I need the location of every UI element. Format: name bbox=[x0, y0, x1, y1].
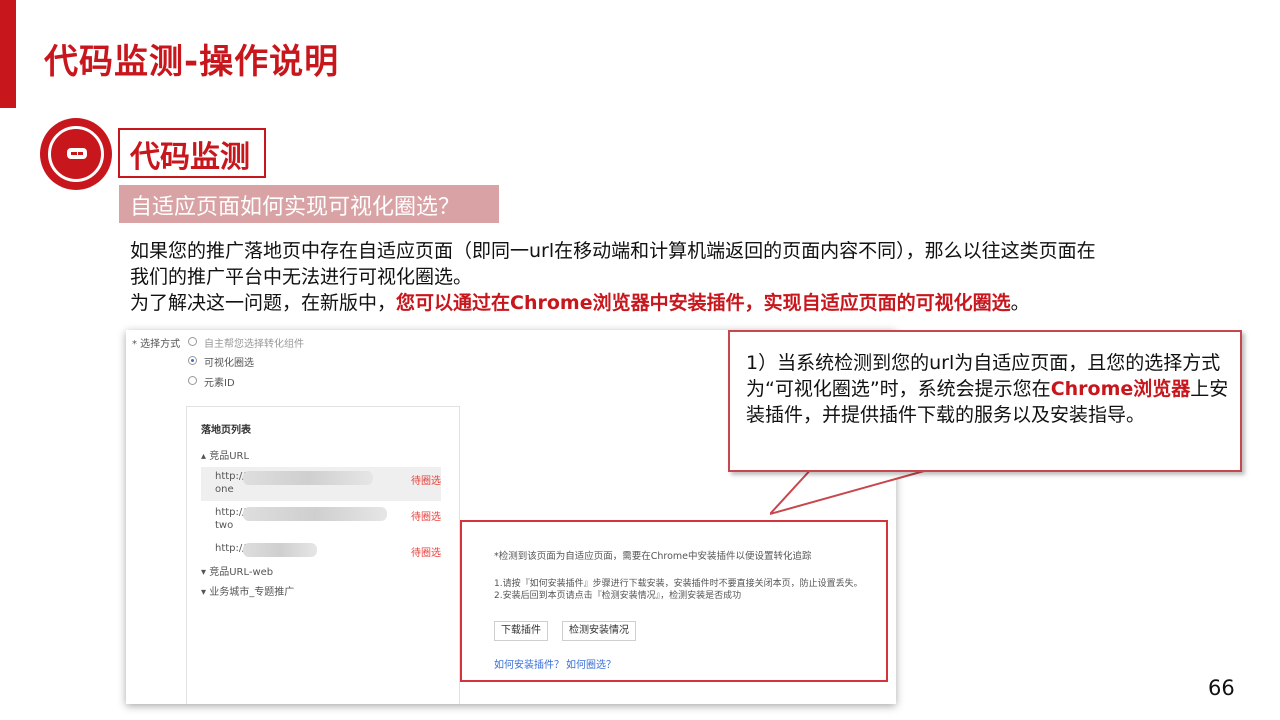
row3-url-prefix: http:// bbox=[215, 543, 246, 554]
group-competitor-web[interactable]: ▾ 竞品URL-web bbox=[201, 563, 273, 578]
left-accent-bar bbox=[0, 0, 16, 108]
callout-tail bbox=[770, 466, 943, 516]
row2-url-suffix: two bbox=[215, 520, 234, 531]
how-to-install-link[interactable]: 如何安装插件？ bbox=[494, 656, 564, 671]
radio-element-id[interactable] bbox=[188, 376, 197, 385]
option-element-id-label: 元素ID bbox=[204, 378, 235, 389]
check-install-button[interactable]: 检测安装情况 bbox=[562, 621, 636, 641]
paragraph-line-3-prefix: 为了解决这一问题，在新版中， bbox=[130, 292, 397, 314]
group-competitor-url[interactable]: ▴ 竞品URL bbox=[201, 447, 249, 462]
detect-step-2: 2.安装后回到本页请点击『检测安装情况』，检测安装是否成功 bbox=[494, 591, 742, 601]
paragraph-highlight: 您可以通过在Chrome浏览器中安装插件，实现自适应页面的可视化圈选 bbox=[396, 292, 1011, 314]
page-title: 代码监测-操作说明 bbox=[44, 42, 340, 82]
section-title: 代码监测 bbox=[130, 140, 250, 175]
radio-visual[interactable] bbox=[188, 356, 197, 365]
option-visual-label: 可视化圈选 bbox=[204, 358, 254, 369]
select-mode-label: * 选择方式 bbox=[132, 339, 181, 350]
row1-url-prefix: http:// bbox=[215, 471, 246, 482]
paragraph-line-2: 我们的推广平台中无法进行可视化圈选。 bbox=[130, 266, 473, 288]
plugin-detect-box: *检测到该页面为自适应页面，需要在Chrome中安装插件以便设置转化追踪 1.请… bbox=[460, 520, 888, 682]
panel-title: 落地页列表 bbox=[201, 425, 251, 436]
row2-url-prefix: http:// bbox=[215, 507, 246, 518]
row1-url-blur bbox=[243, 471, 373, 485]
callout-highlight: Chrome浏览器 bbox=[1050, 378, 1191, 400]
row2-url-blur bbox=[243, 507, 387, 521]
row3-url-blur bbox=[243, 543, 317, 557]
row2-action[interactable]: 待圈选 bbox=[411, 508, 441, 523]
download-plugin-button[interactable]: 下载插件 bbox=[494, 621, 548, 641]
subtitle: 自适应页面如何实现可视化圈选？ bbox=[130, 195, 461, 220]
how-to-circle-link[interactable]: 如何圈选？ bbox=[566, 656, 616, 671]
radio-auto[interactable] bbox=[188, 337, 197, 346]
paragraph-line-3: 为了解决这一问题，在新版中，您可以通过在Chrome浏览器中安装插件，实现自适应… bbox=[130, 290, 1030, 316]
page-number: 66 bbox=[1208, 676, 1235, 700]
callout-text: 1）当系统检测到您的url为自适应页面，且您的选择方式为“可视化圈选”时，系统会… bbox=[746, 350, 1236, 428]
paragraph-line-3-suffix: 。 bbox=[1010, 292, 1030, 314]
chat-bubble-icon bbox=[67, 148, 87, 159]
row1-url-suffix: one bbox=[215, 484, 234, 495]
group-business-city[interactable]: ▾ 业务城市_专题推广 bbox=[201, 583, 294, 598]
landing-page-list-panel: 落地页列表 ▴ 竞品URL http:// one 待圈选 http:// tw… bbox=[186, 406, 460, 704]
option-auto-label: 自主帮您选择转化组件 bbox=[204, 339, 304, 350]
detect-notice: *检测到该页面为自适应页面，需要在Chrome中安装插件以便设置转化追踪 bbox=[494, 551, 812, 562]
row3-action[interactable]: 待圈选 bbox=[411, 544, 441, 559]
paragraph-line-1: 如果您的推广落地页中存在自适应页面（即同一url在移动端和计算机端返回的页面内容… bbox=[130, 240, 1096, 262]
row1-action[interactable]: 待圈选 bbox=[411, 472, 441, 487]
